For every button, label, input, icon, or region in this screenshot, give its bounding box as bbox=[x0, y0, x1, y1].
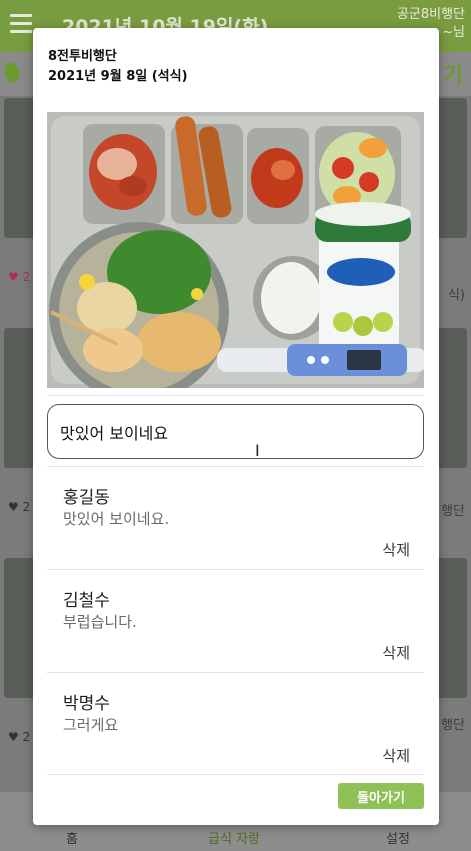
like-count: 2 bbox=[22, 500, 31, 514]
feed-thumbnail[interactable] bbox=[4, 98, 34, 238]
tab-home[interactable]: 홈 bbox=[66, 828, 78, 847]
feed-side-label: 행단 bbox=[441, 718, 465, 733]
comment-author: 김철수 bbox=[63, 591, 110, 611]
meal-detail-modal: 8전투비행단 2021년 9월 8일 (석식) 맛있어 보이네요 I 홍길동 맛… bbox=[33, 28, 439, 825]
back-button[interactable]: 돌아가기 bbox=[338, 783, 424, 809]
tab-settings[interactable]: 설정 bbox=[386, 828, 410, 847]
header-unit-name: 공군8비행단 bbox=[396, 7, 465, 22]
delete-comment-button[interactable]: 삭제 bbox=[382, 642, 410, 663]
divider bbox=[47, 395, 424, 396]
leaf-icon bbox=[2, 60, 22, 84]
comment-text: 부럽습니다. bbox=[63, 613, 137, 631]
like-count: 2 bbox=[22, 270, 31, 284]
feed-side-label: 식) bbox=[447, 288, 465, 303]
modal-meal-date: 2021년 9월 8일 (석식) bbox=[48, 69, 188, 84]
sub-bar-title-fragment: 기 bbox=[442, 64, 463, 89]
delete-comment-button[interactable]: 삭제 bbox=[382, 745, 410, 766]
heart-icon[interactable]: ♥ 2 bbox=[8, 730, 30, 744]
comment-author: 박명수 bbox=[63, 694, 110, 714]
text-cursor-icon: I bbox=[255, 441, 260, 460]
modal-unit-name: 8전투비행단 bbox=[48, 49, 117, 64]
tab-meal-showcase[interactable]: 급식 자랑 bbox=[208, 828, 260, 847]
comment-item: 김철수 부럽습니다. 삭제 bbox=[47, 569, 424, 672]
delete-comment-button[interactable]: 삭제 bbox=[382, 539, 410, 560]
comment-text: 그러게요 bbox=[63, 716, 119, 734]
feed-thumbnail[interactable] bbox=[437, 98, 467, 238]
meal-photo bbox=[47, 112, 424, 388]
feed-thumbnail[interactable] bbox=[437, 558, 467, 698]
comment-input[interactable] bbox=[47, 404, 424, 459]
feed-side-label: 행단 bbox=[441, 504, 465, 519]
feed-thumbnail[interactable] bbox=[4, 328, 34, 468]
heart-icon[interactable]: ♥ 2 bbox=[8, 270, 30, 284]
like-count: 2 bbox=[22, 730, 31, 744]
comment-author: 홍길동 bbox=[63, 488, 110, 508]
comment-text: 맛있어 보이네요. bbox=[63, 510, 170, 528]
hamburger-menu-icon[interactable] bbox=[10, 14, 32, 33]
heart-icon[interactable]: ♥ 2 bbox=[8, 500, 30, 514]
divider bbox=[47, 774, 424, 775]
feed-thumbnail[interactable] bbox=[4, 558, 34, 698]
comment-item: 홍길동 맛있어 보이네요. 삭제 bbox=[47, 466, 424, 569]
feed-thumbnail[interactable] bbox=[437, 328, 467, 468]
comment-item: 박명수 그러게요 삭제 bbox=[47, 672, 424, 775]
